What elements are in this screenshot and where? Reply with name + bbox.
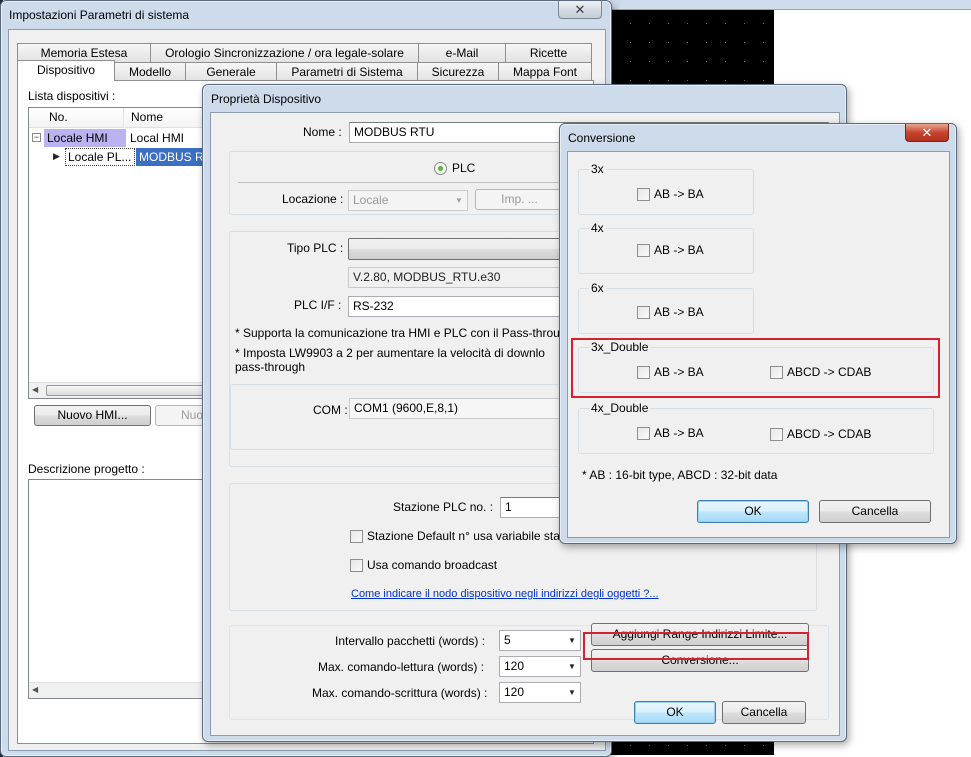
conversion-button-highlight bbox=[583, 632, 809, 660]
broadcast-checkbox[interactable] bbox=[350, 559, 363, 572]
max-write-value: 120 bbox=[504, 685, 525, 699]
scroll-left-icon[interactable]: ◀ bbox=[32, 685, 38, 694]
tab-generale[interactable]: Generale bbox=[185, 62, 277, 81]
conversion-ok-button[interactable]: OK bbox=[697, 500, 809, 523]
device-list-label: Lista dispositivi : bbox=[28, 89, 116, 103]
tab-modello[interactable]: Modello bbox=[114, 62, 186, 81]
chevron-down-icon: ▼ bbox=[455, 196, 463, 205]
checkbox-4x-double-abcd-cdab-label: ABCD -> CDAB bbox=[787, 427, 872, 441]
default-station-label: Stazione Default n° usa variabile sta bbox=[367, 529, 560, 543]
ok-button[interactable]: OK bbox=[634, 701, 716, 724]
group-6x-label: 6x bbox=[589, 281, 606, 295]
plc-if-value: RS-232 bbox=[353, 299, 394, 313]
dialog-title: Proprietà Dispositivo bbox=[211, 92, 322, 106]
packet-interval-select[interactable]: 5 ▼ bbox=[499, 630, 581, 651]
max-read-select[interactable]: 120 ▼ bbox=[499, 656, 581, 677]
conversion-dialog: Conversione ✕ 3x AB -> BA 4x AB -> BA 6x… bbox=[559, 123, 957, 544]
checkbox-4x-double-ab-ba[interactable] bbox=[637, 427, 650, 440]
tree-collapse-icon[interactable]: − bbox=[32, 133, 41, 142]
background-window-strip bbox=[610, 0, 971, 10]
group-6x: 6x AB -> BA bbox=[578, 281, 754, 334]
max-read-label: Max. comando-lettura (words) : bbox=[318, 660, 485, 674]
packet-interval-label: Intervallo pacchetti (words) : bbox=[335, 634, 486, 648]
checkbox-3x-ab-ba-label: AB -> BA bbox=[654, 187, 704, 201]
tab-ricette[interactable]: Ricette bbox=[505, 43, 592, 62]
checkbox-4x-ab-ba[interactable] bbox=[637, 244, 650, 257]
conversion-footnote: * AB : 16-bit type, ABCD : 32-bit data bbox=[582, 468, 778, 482]
tab-orologio[interactable]: Orologio Sincronizzazione / ora legale-s… bbox=[150, 43, 419, 62]
checkbox-6x-ab-ba-label: AB -> BA bbox=[654, 305, 704, 319]
checkbox-4x-double-abcd-cdab[interactable] bbox=[770, 428, 783, 441]
checkbox-4x-ab-ba-label: AB -> BA bbox=[654, 243, 704, 257]
packet-interval-value: 5 bbox=[504, 633, 511, 647]
cell-no: Locale PL... bbox=[65, 148, 135, 166]
close-icon[interactable]: ✕ bbox=[558, 1, 602, 19]
note-pass-through: * Supporta la comunicazione tra HMI e PL… bbox=[235, 326, 574, 340]
max-read-value: 120 bbox=[504, 659, 525, 673]
chevron-down-icon: ▼ bbox=[568, 662, 576, 671]
new-hmi-button[interactable]: Nuovo HMI... bbox=[34, 405, 151, 426]
window-title: Impostazioni Parametri di sistema bbox=[9, 8, 190, 22]
scroll-left-icon[interactable]: ◀ bbox=[32, 385, 38, 394]
conversion-cancel-button[interactable]: Cancella bbox=[819, 500, 931, 523]
station-label: Stazione PLC no. : bbox=[393, 500, 494, 514]
group-3x-label: 3x bbox=[589, 162, 606, 176]
checkbox-6x-ab-ba[interactable] bbox=[637, 306, 650, 319]
plc-radio[interactable] bbox=[434, 162, 447, 175]
broadcast-label: Usa comando broadcast bbox=[367, 558, 498, 572]
horizontal-scrollbar[interactable]: ◀ bbox=[29, 382, 229, 398]
tab-sicurezza[interactable]: Sicurezza bbox=[417, 62, 499, 81]
group-4x-label: 4x bbox=[589, 221, 606, 235]
imp-button[interactable]: Imp. ... bbox=[475, 189, 564, 210]
name-label: Nome : bbox=[303, 125, 342, 139]
tree-expand-icon[interactable]: ▶ bbox=[53, 151, 60, 162]
plc-radio-label: PLC bbox=[452, 161, 476, 175]
group-4x-double-label: 4x_Double bbox=[589, 401, 651, 415]
location-label: Locazione : bbox=[282, 192, 344, 206]
plc-if-label: PLC I/F : bbox=[294, 298, 342, 312]
max-write-select[interactable]: 120 ▼ bbox=[499, 682, 581, 703]
plc-type-label: Tipo PLC : bbox=[287, 241, 344, 255]
com-label: COM : bbox=[313, 403, 348, 417]
max-write-label: Max. comando-scrittura (words) : bbox=[312, 686, 488, 700]
close-icon[interactable]: ✕ bbox=[905, 124, 949, 142]
group-3x: 3x AB -> BA bbox=[578, 162, 754, 215]
group-4x: 4x AB -> BA bbox=[578, 221, 754, 274]
default-station-checkbox[interactable] bbox=[350, 530, 363, 543]
tab-parametri-sistema[interactable]: Parametri di Sistema bbox=[276, 62, 418, 81]
tab-email[interactable]: e-Mail bbox=[418, 43, 506, 62]
group-4x-double: 4x_Double AB -> BA ABCD -> CDAB bbox=[578, 401, 934, 454]
note-lw9903: * Imposta LW9903 a 2 per aumentare la ve… bbox=[235, 346, 545, 360]
conversion-dialog-title: Conversione bbox=[568, 131, 636, 145]
cancel-button[interactable]: Cancella bbox=[722, 701, 806, 724]
note-lw9903-cont: pass-through bbox=[235, 360, 306, 374]
tab-dispositivo[interactable]: Dispositivo bbox=[17, 60, 115, 81]
location-select[interactable]: Locale ▼ bbox=[348, 190, 468, 211]
chevron-down-icon: ▼ bbox=[568, 636, 576, 645]
checkbox-4x-double-ab-ba-label: AB -> BA bbox=[654, 426, 704, 440]
cell-no: Locale HMI bbox=[44, 129, 126, 147]
project-description-label: Descrizione progetto : bbox=[28, 462, 145, 476]
double-group-highlight bbox=[571, 338, 940, 398]
tab-mappa-font[interactable]: Mappa Font bbox=[498, 62, 592, 81]
help-link[interactable]: Come indicare il nodo dispositivo negli … bbox=[351, 588, 659, 600]
chevron-down-icon: ▼ bbox=[568, 688, 576, 697]
location-value: Locale bbox=[353, 193, 389, 207]
horizontal-scrollbar[interactable]: ◀ bbox=[29, 682, 229, 698]
cell-name: Local HMI bbox=[130, 131, 185, 145]
column-header-no[interactable]: No. bbox=[29, 108, 124, 128]
checkbox-3x-ab-ba[interactable] bbox=[637, 188, 650, 201]
scroll-thumb[interactable] bbox=[46, 385, 226, 396]
